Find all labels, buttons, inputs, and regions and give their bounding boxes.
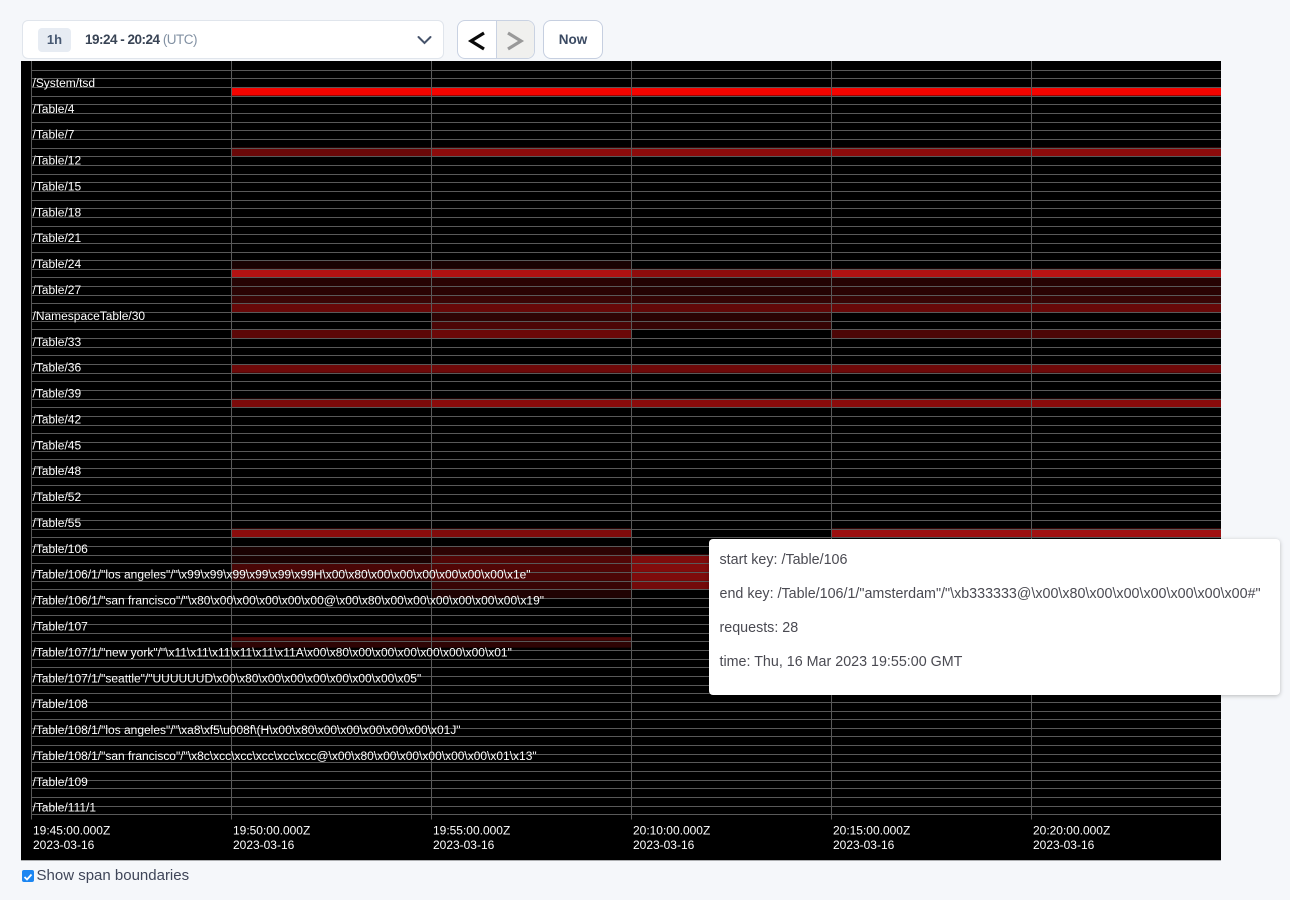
- svg-text:/Table/107/1/"new york"/"\x11\: /Table/107/1/"new york"/"\x11\x11\x11\x1…: [33, 646, 512, 660]
- svg-text:19:55:00.000Z: 19:55:00.000Z: [433, 824, 510, 838]
- svg-text:/Table/108/1/"san francisco"/": /Table/108/1/"san francisco"/"\x8c\xcc\x…: [33, 749, 537, 763]
- svg-text:/Table/42: /Table/42: [33, 413, 82, 427]
- svg-text:/Table/18: /Table/18: [33, 206, 82, 220]
- svg-text:/Table/108/1/"los angeles"/"\x: /Table/108/1/"los angeles"/"\xa8\xf5\u00…: [33, 723, 461, 737]
- svg-text:/Table/107/1/"seattle"/"UUUUUU: /Table/107/1/"seattle"/"UUUUUUD\x00\x80\…: [33, 672, 422, 686]
- svg-text:/Table/21: /Table/21: [33, 232, 82, 246]
- svg-text:20:10:00.000Z: 20:10:00.000Z: [633, 824, 710, 838]
- svg-text:19:45:00.000Z: 19:45:00.000Z: [33, 824, 110, 838]
- svg-text:/System/tsd: /System/tsd: [33, 76, 96, 90]
- svg-text:/Table/24: /Table/24: [33, 257, 82, 271]
- svg-text:/Table/48: /Table/48: [33, 464, 82, 478]
- svg-text:2023-03-16: 2023-03-16: [633, 838, 695, 852]
- svg-text:2023-03-16: 2023-03-16: [233, 838, 295, 852]
- svg-text:/Table/109: /Table/109: [33, 775, 89, 789]
- svg-text:2023-03-16: 2023-03-16: [33, 838, 95, 852]
- svg-text:/Table/55: /Table/55: [33, 516, 82, 530]
- svg-text:/Table/52: /Table/52: [33, 490, 82, 504]
- svg-text:/Table/7: /Table/7: [33, 128, 75, 142]
- svg-text:/Table/45: /Table/45: [33, 439, 82, 453]
- svg-text:20:20:00.000Z: 20:20:00.000Z: [1033, 824, 1110, 838]
- svg-text:/Table/27: /Table/27: [33, 283, 82, 297]
- svg-text:19:50:00.000Z: 19:50:00.000Z: [233, 824, 310, 838]
- svg-text:/Table/33: /Table/33: [33, 335, 82, 349]
- svg-text:/Table/36: /Table/36: [33, 361, 82, 375]
- svg-text:20:15:00.000Z: 20:15:00.000Z: [833, 824, 910, 838]
- svg-text:/Table/106/1/"los angeles"/"\x: /Table/106/1/"los angeles"/"\x99\x99\x99…: [33, 568, 531, 582]
- svg-text:/NamespaceTable/30: /NamespaceTable/30: [33, 309, 146, 323]
- svg-text:2023-03-16: 2023-03-16: [433, 838, 495, 852]
- svg-text:/Table/107: /Table/107: [33, 620, 89, 634]
- svg-text:/Table/108: /Table/108: [33, 697, 89, 711]
- svg-text:/Table/106: /Table/106: [33, 542, 89, 556]
- svg-text:/Table/12: /Table/12: [33, 154, 82, 168]
- svg-text:2023-03-16: 2023-03-16: [833, 838, 895, 852]
- svg-text:/Table/4: /Table/4: [33, 102, 75, 116]
- svg-text:2023-03-16: 2023-03-16: [1033, 838, 1095, 852]
- svg-text:/Table/15: /Table/15: [33, 180, 82, 194]
- svg-text:/Table/111/1: /Table/111/1: [33, 801, 97, 815]
- svg-text:/Table/39: /Table/39: [33, 387, 82, 401]
- svg-text:/Table/106/1/"san francisco"/": /Table/106/1/"san francisco"/"\x80\x00\x…: [33, 594, 545, 608]
